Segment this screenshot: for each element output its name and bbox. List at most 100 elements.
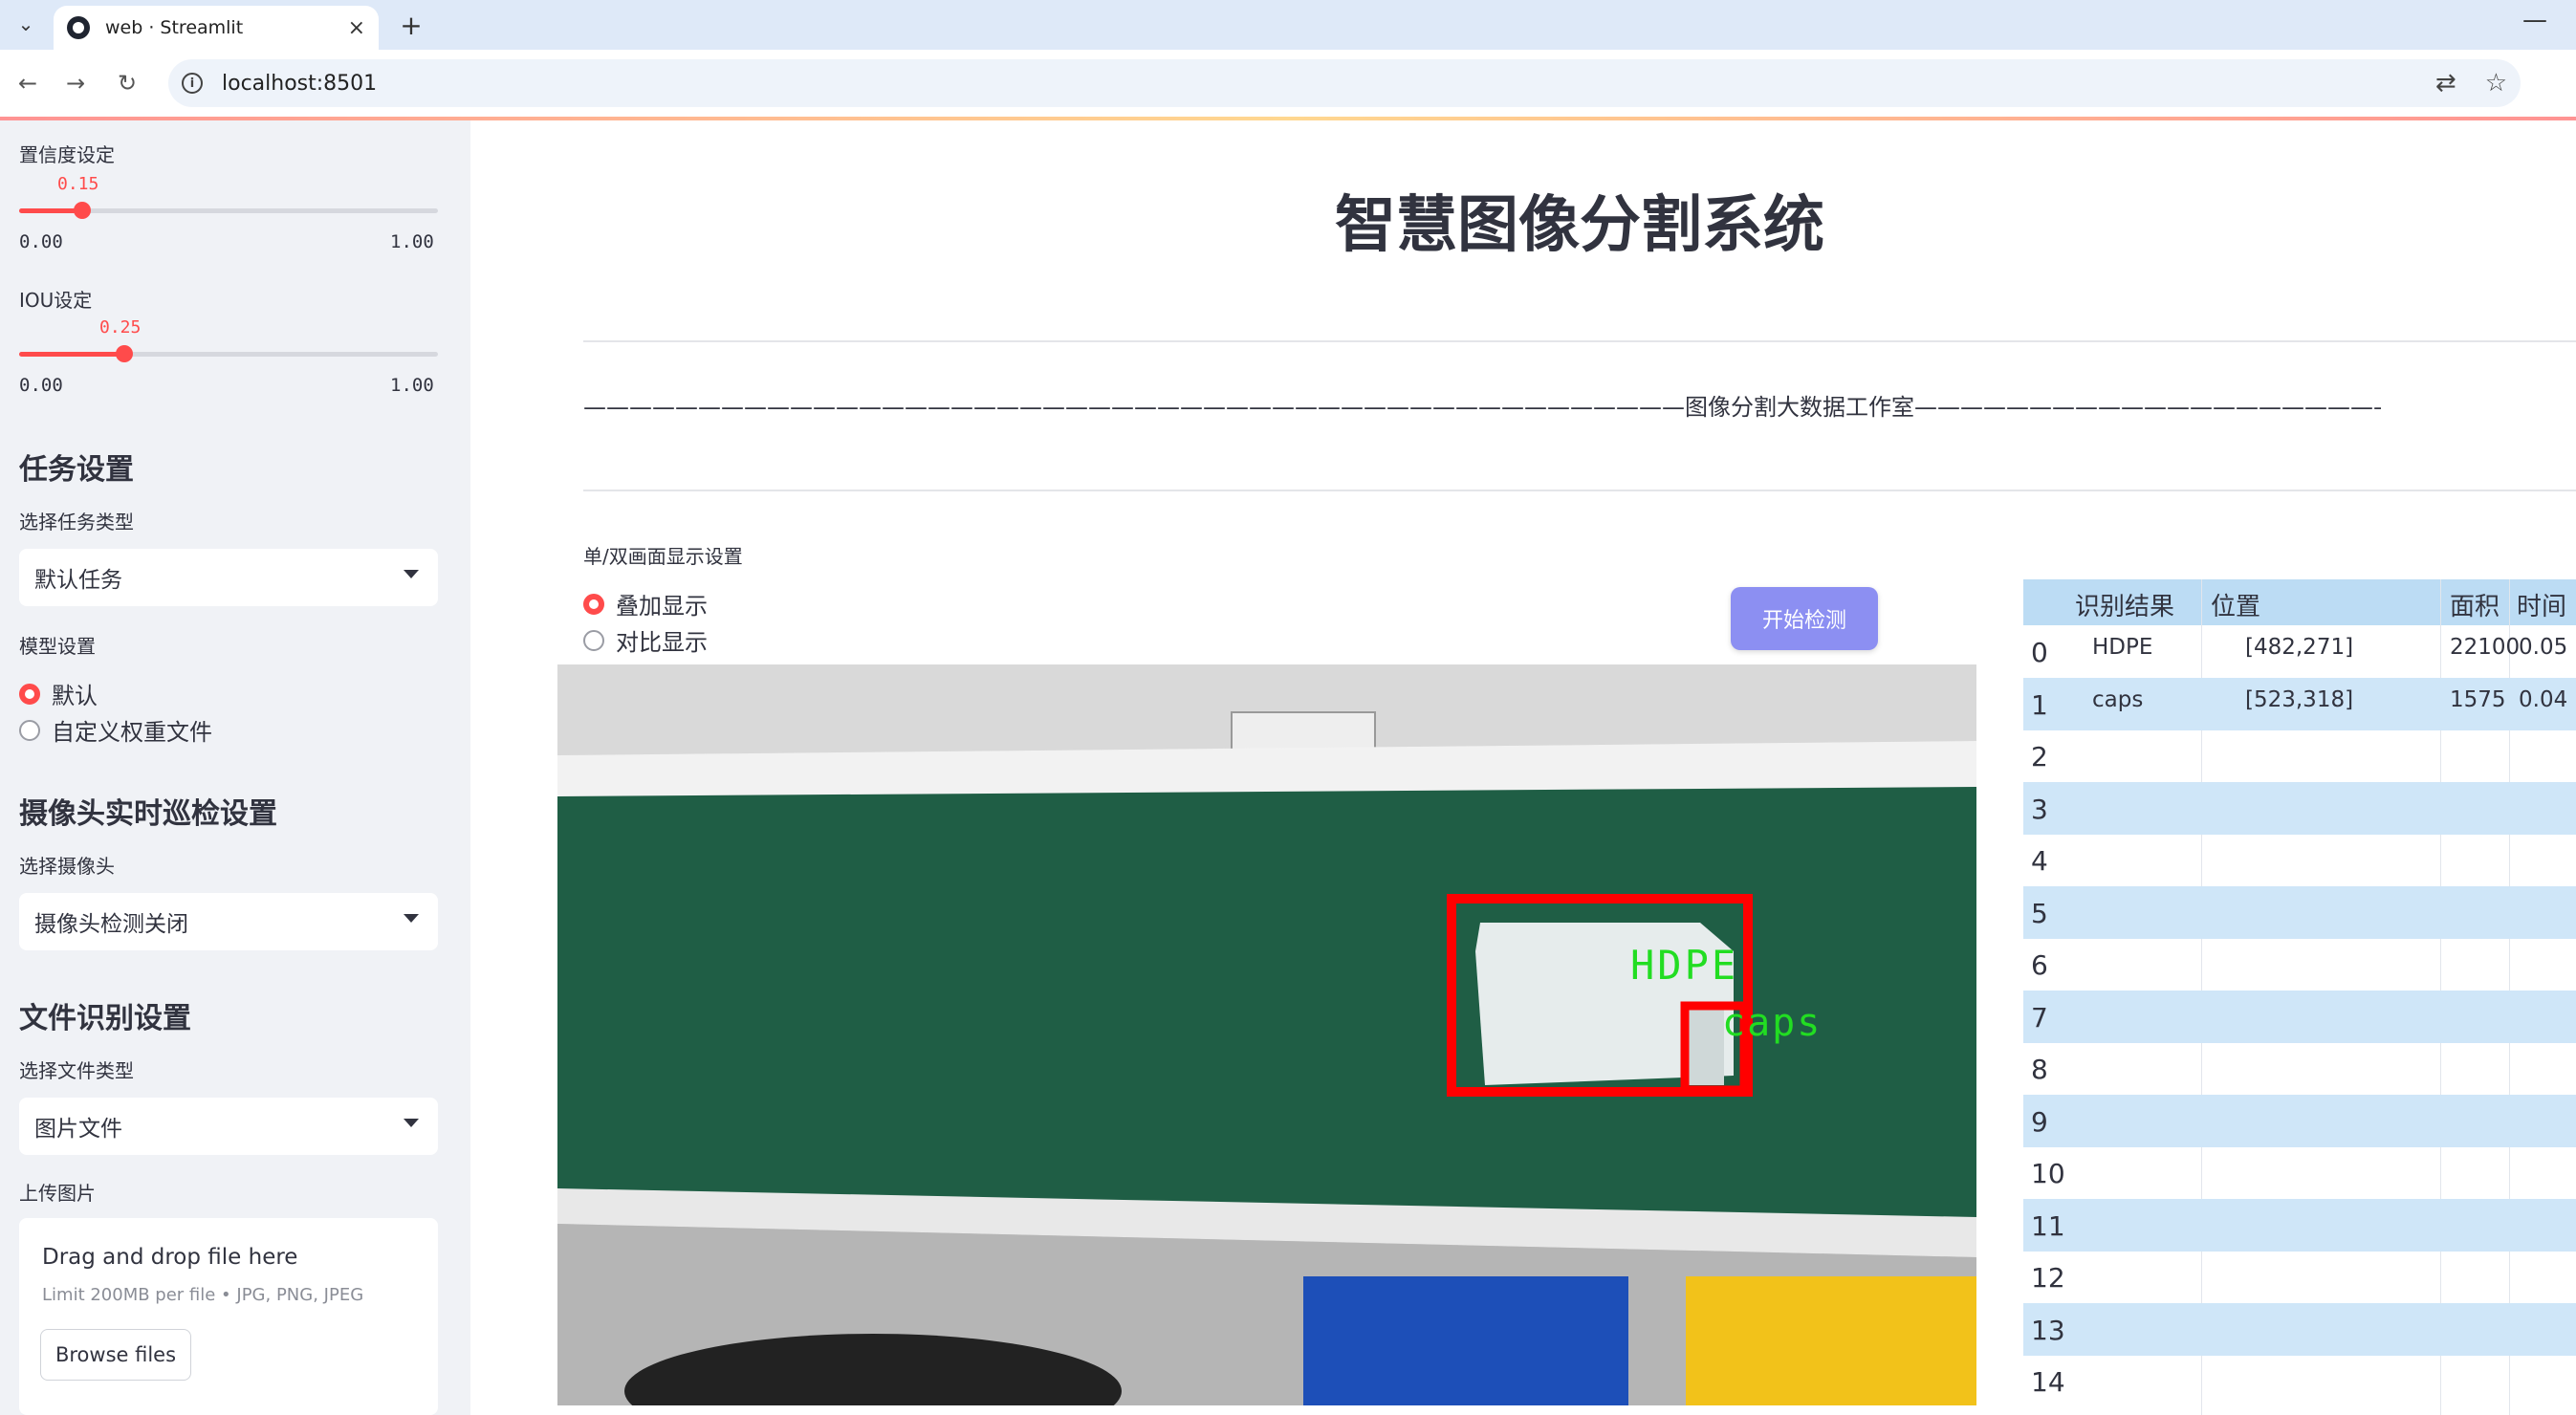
table-row[interactable]: 6 [2023,938,2576,990]
table-row[interactable]: 1 caps [523,318] 1575 0.04 [2023,677,2576,730]
row-index: 8 [2031,1054,2048,1085]
table-row[interactable]: 12 [2023,1251,2576,1303]
iou-slider-thumb[interactable] [115,345,133,362]
file-type-select[interactable]: 图片文件 [19,1098,438,1155]
chevron-down-icon [404,570,419,578]
streamlit-favicon-icon [67,16,90,39]
row-index: 9 [2031,1105,2048,1138]
cell-area: 1575 [2450,686,2506,712]
iou-slider-fill [19,352,124,357]
confidence-slider-thumb[interactable] [73,202,91,219]
task-type-label: 选择任务类型 [19,511,134,533]
back-arrow-icon[interactable]: ← [10,65,46,101]
table-row[interactable]: 4 [2023,834,2576,886]
table-row[interactable]: 9 [2023,1094,2576,1147]
iou-slider[interactable] [19,345,438,362]
row-index: 11 [2031,1209,2065,1242]
column-header-time[interactable]: 时间 [2517,587,2566,622]
radio-unselected-icon[interactable] [19,719,40,741]
browser-chrome: ⌄ web · Streamlit × + — ← → ↻ i localhos… [0,0,2576,117]
bookmark-star-icon[interactable]: ☆ [2485,69,2507,98]
table-row[interactable]: 0 HDPE [482,271] 22100 0.05 [2023,625,2576,678]
display-option-compare-label: 对比显示 [616,629,708,656]
column-header-position[interactable]: 位置 [2211,587,2260,622]
display-option-overlay[interactable]: 叠加显示 [583,587,708,620]
iou-value: 0.25 [99,317,142,337]
file-type-value: 图片文件 [34,1117,122,1142]
radio-selected-icon[interactable] [583,593,604,615]
column-header-area[interactable]: 面积 [2450,587,2500,622]
model-option-custom-label: 自定义权重文件 [52,719,212,746]
browser-toolbar: ← → ↻ i localhost:8501 ⇄ ☆ [0,50,2576,117]
reload-icon[interactable]: ↻ [109,65,145,101]
confidence-slider-fill [19,208,82,213]
row-index: 13 [2031,1314,2065,1346]
display-option-compare[interactable]: 对比显示 [583,623,708,657]
model-settings-label: 模型设置 [19,635,96,658]
close-tab-icon[interactable]: × [348,16,365,40]
caps-detection-label: caps [1722,1001,1823,1045]
browser-tab[interactable]: web · Streamlit × [54,6,379,50]
column-header-label[interactable]: 识别结果 [2075,587,2174,622]
browse-files-button[interactable]: Browse files [40,1329,191,1381]
row-index: 3 [2031,793,2048,825]
chevron-down-icon [404,1119,419,1127]
divider [583,340,2576,342]
address-url: localhost:8501 [222,71,378,96]
table-row[interactable]: 14 [2023,1355,2576,1407]
task-type-select[interactable]: 默认任务 [19,549,438,606]
table-row[interactable]: 10 [2023,1146,2576,1199]
hdpe-detection-label: HDPE [1630,942,1739,989]
cell-position: [523,318] [2245,686,2354,712]
results-table[interactable]: 识别结果 位置 面积 时间 0 HDPE [482,271] 22100 0.05 1 ca… [2023,579,2576,1415]
table-row[interactable]: 3 [2023,781,2576,835]
site-info-icon[interactable]: i [182,73,203,94]
model-option-custom[interactable]: 自定义权重文件 [19,713,212,747]
model-option-default[interactable]: 默认 [19,677,98,710]
table-header: 识别结果 位置 面积 时间 [2023,579,2576,625]
model-option-default-label: 默认 [52,683,98,709]
display-option-overlay-label: 叠加显示 [616,593,708,620]
minimize-window-icon[interactable]: — [2522,6,2547,34]
upload-label: 上传图片 [19,1182,96,1205]
cell-position: [482,271] [2245,635,2354,660]
table-row[interactable]: 2 [2023,729,2576,782]
file-type-label: 选择文件类型 [19,1059,134,1082]
detection-result-image: HDPE caps [557,664,1976,1405]
camera-select-label: 选择摄像头 [19,855,115,878]
file-uploader-dropzone[interactable]: Drag and drop file here Limit 200MB per … [19,1218,438,1415]
chevron-down-icon [404,914,419,923]
forward-arrow-icon[interactable]: → [57,65,94,101]
cell-time: 0.05 [2519,635,2568,660]
camera-select-value: 摄像头检测关闭 [34,912,188,937]
row-index: 5 [2031,897,2048,929]
task-type-value: 默认任务 [34,568,122,593]
row-index: 10 [2031,1158,2065,1189]
address-bar[interactable]: i localhost:8501 ⇄ ☆ [168,59,2521,107]
table-row[interactable]: 11 [2023,1198,2576,1252]
table-row[interactable]: 8 [2023,1042,2576,1095]
camera-select[interactable]: 摄像头检测关闭 [19,893,438,950]
confidence-max: 1.00 [390,231,434,252]
confidence-value: 0.15 [57,174,99,194]
table-row[interactable]: 13 [2023,1302,2576,1356]
table-row[interactable]: 5 [2023,885,2576,939]
new-tab-icon[interactable]: + [392,6,430,44]
confidence-slider[interactable] [19,202,438,219]
row-index: 7 [2031,1001,2048,1034]
iou-max: 1.00 [390,375,434,396]
task-settings-heading: 任务设置 [19,453,134,487]
divider [583,490,2576,491]
tab-bar: ⌄ web · Streamlit × + — [0,0,2576,50]
row-index: 1 [2031,688,2048,721]
file-settings-heading: 文件识别设置 [19,1002,191,1035]
row-index: 2 [2031,741,2048,773]
table-row[interactable]: 7 [2023,990,2576,1043]
row-index: 0 [2031,637,2048,668]
radio-unselected-icon[interactable] [583,629,604,651]
row-index: 6 [2031,949,2048,981]
start-detection-button[interactable]: 开始检测 [1731,587,1878,650]
tab-search-chevron-icon[interactable]: ⌄ [10,8,42,40]
radio-selected-icon[interactable] [19,683,40,705]
translate-icon[interactable]: ⇄ [2435,69,2456,98]
